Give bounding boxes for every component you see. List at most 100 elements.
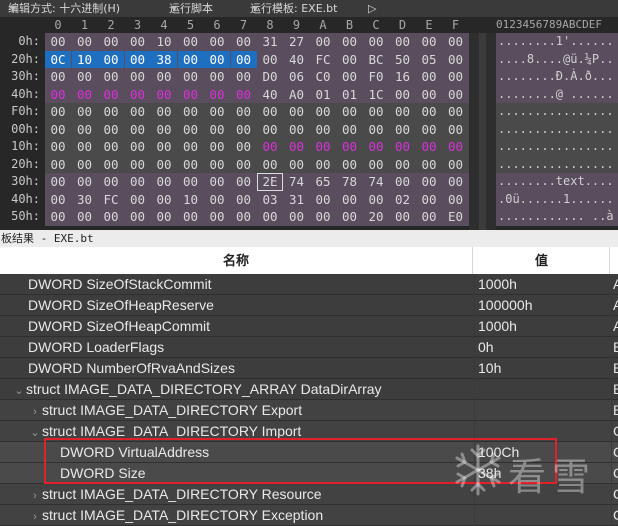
template-results-tree[interactable]: DWORD SizeOfStackCommit 1000h A DWORD Si… <box>0 274 618 526</box>
hex-byte[interactable]: 00 <box>416 68 442 86</box>
hex-row[interactable]: 00 00 00 00 00 00 00 00 D0 06 C0 00 F0 16 00 00 <box>45 68 469 86</box>
hex-byte[interactable]: 00 <box>310 33 336 51</box>
hex-byte[interactable]: 00 <box>416 138 442 156</box>
hex-byte[interactable]: 00 <box>443 156 469 174</box>
hex-row[interactable]: 00 00 00 00 00 00 00 00 00 00 00 00 00 00 00 00 <box>45 120 469 139</box>
hex-byte[interactable]: 10 <box>71 50 98 68</box>
hex-row[interactable]: 00 00 00 00 00 00 00 00 40 A0 01 01 1C 00 00 00 <box>45 85 469 104</box>
ascii-row[interactable]: ........text.... <box>496 173 618 191</box>
hex-byte[interactable]: 00 <box>310 208 336 226</box>
hex-byte[interactable]: 00 <box>72 103 98 121</box>
hex-byte[interactable]: 00 <box>231 156 257 174</box>
chevron-down-icon[interactable]: ⌄ <box>12 381 26 400</box>
hex-byte[interactable]: 00 <box>98 138 124 156</box>
hex-byte[interactable]: 00 <box>98 156 124 174</box>
hex-byte[interactable]: 00 <box>72 173 98 191</box>
hex-byte[interactable]: 50 <box>390 51 416 69</box>
hex-byte[interactable]: 00 <box>231 68 257 86</box>
hex-byte[interactable]: 00 <box>231 33 257 51</box>
hex-byte[interactable]: 00 <box>284 121 310 139</box>
hex-byte[interactable]: 00 <box>337 208 363 226</box>
hex-byte[interactable]: 00 <box>231 103 257 121</box>
hex-byte[interactable]: 00 <box>178 173 204 191</box>
hex-byte[interactable]: 00 <box>390 103 416 121</box>
hex-byte[interactable]: 00 <box>257 156 283 174</box>
hex-row[interactable]: 00 00 00 00 00 00 00 00 00 00 00 00 20 00 00 E0 <box>45 208 469 226</box>
hex-byte[interactable]: FC <box>310 51 336 69</box>
hex-byte[interactable]: 10 <box>151 33 177 51</box>
hex-byte[interactable]: 00 <box>443 86 469 104</box>
hex-byte[interactable]: 00 <box>98 86 124 104</box>
chevron-right-icon[interactable]: › <box>28 486 42 505</box>
hex-byte[interactable]: 31 <box>257 33 283 51</box>
hex-byte[interactable]: 00 <box>45 103 71 121</box>
hex-byte[interactable]: 00 <box>204 208 230 226</box>
hex-byte[interactable]: 00 <box>443 191 469 209</box>
hex-byte[interactable]: 00 <box>390 138 416 156</box>
hex-byte[interactable]: 00 <box>337 51 363 69</box>
hex-byte[interactable]: FC <box>98 191 124 209</box>
ascii-row[interactable]: ................ <box>496 155 618 173</box>
hex-byte[interactable]: 74 <box>284 173 310 191</box>
hex-byte[interactable]: 10 <box>178 191 204 209</box>
hex-byte[interactable]: 00 <box>204 103 230 121</box>
table-row[interactable]: ›struct IMAGE_DATA_DIRECTORY Export B <box>0 400 618 421</box>
hex-byte[interactable]: 00 <box>125 68 151 86</box>
hex-byte[interactable]: 30 <box>72 191 98 209</box>
hex-row[interactable]: 00 00 00 00 00 00 00 00 2E 74 65 78 74 00 00 00 <box>45 173 469 191</box>
hex-byte[interactable]: 00 <box>204 156 230 174</box>
ascii-row[interactable]: ....8....@ü.¼P.. <box>496 50 618 68</box>
hex-byte[interactable]: 00 <box>125 121 151 139</box>
hex-byte[interactable]: 00 <box>443 103 469 121</box>
hex-byte[interactable]: 00 <box>124 50 151 68</box>
hex-byte[interactable]: 00 <box>125 191 151 209</box>
hex-byte[interactable]: 00 <box>257 121 283 139</box>
hex-byte[interactable]: 00 <box>125 33 151 51</box>
hex-byte[interactable]: 00 <box>443 173 469 191</box>
hex-byte[interactable]: 00 <box>443 138 469 156</box>
hex-byte[interactable]: C0 <box>310 68 336 86</box>
hex-byte[interactable]: 00 <box>443 51 469 69</box>
hex-byte[interactable]: 00 <box>204 68 230 86</box>
hex-byte[interactable]: 00 <box>125 138 151 156</box>
table-row[interactable]: ⌄struct IMAGE_DATA_DIRECTORY Import C <box>0 421 618 442</box>
hex-byte[interactable]: 00 <box>231 86 257 104</box>
hex-byte[interactable]: 00 <box>390 208 416 226</box>
hex-byte[interactable]: 00 <box>337 33 363 51</box>
name-column-header[interactable]: 名称 <box>0 247 473 274</box>
ascii-row[interactable]: ................ <box>496 103 618 121</box>
hex-byte[interactable]: 00 <box>45 173 71 191</box>
hex-byte[interactable]: 00 <box>98 173 124 191</box>
hex-byte[interactable]: 00 <box>45 68 71 86</box>
hex-byte[interactable]: 06 <box>284 68 310 86</box>
hex-byte[interactable]: 00 <box>337 103 363 121</box>
ascii-area[interactable]: ........1'...... ....8....@ü.¼P..........… <box>496 33 618 226</box>
hex-byte[interactable]: 00 <box>72 156 98 174</box>
table-row[interactable]: DWORD SizeOfHeapCommit 1000h A <box>0 316 618 337</box>
hex-byte[interactable]: 00 <box>45 138 71 156</box>
table-row[interactable]: ›struct IMAGE_DATA_DIRECTORY Resource C <box>0 484 618 505</box>
hex-byte[interactable]: 00 <box>177 50 204 68</box>
table-row[interactable]: DWORD Size 38h C <box>0 463 618 484</box>
hex-byte[interactable]: 00 <box>337 68 363 86</box>
hex-byte[interactable]: 2E <box>257 173 283 191</box>
hex-byte[interactable]: 27 <box>284 33 310 51</box>
hex-byte[interactable]: 02 <box>390 191 416 209</box>
hex-byte[interactable]: 00 <box>151 208 177 226</box>
hex-byte[interactable]: 00 <box>178 33 204 51</box>
hex-byte[interactable]: 00 <box>310 156 336 174</box>
hex-byte[interactable]: 00 <box>72 68 98 86</box>
table-row[interactable]: DWORD SizeOfHeapReserve 100000h A <box>0 295 618 316</box>
hex-byte[interactable]: 00 <box>98 103 124 121</box>
hex-byte[interactable]: 00 <box>310 103 336 121</box>
hex-byte[interactable]: 00 <box>443 68 469 86</box>
hex-byte[interactable]: F0 <box>363 68 389 86</box>
hex-byte[interactable]: 00 <box>310 191 336 209</box>
hex-byte[interactable]: 00 <box>178 156 204 174</box>
hex-byte[interactable]: 00 <box>151 138 177 156</box>
hex-byte[interactable]: 00 <box>284 138 310 156</box>
hex-byte[interactable]: 00 <box>443 121 469 139</box>
hex-row[interactable]: 00 30 FC 00 00 10 00 00 03 31 00 00 00 02 00 00 <box>45 190 469 209</box>
hex-byte[interactable]: 00 <box>178 68 204 86</box>
ascii-row[interactable]: ........Ð.À.ð... <box>496 68 618 86</box>
